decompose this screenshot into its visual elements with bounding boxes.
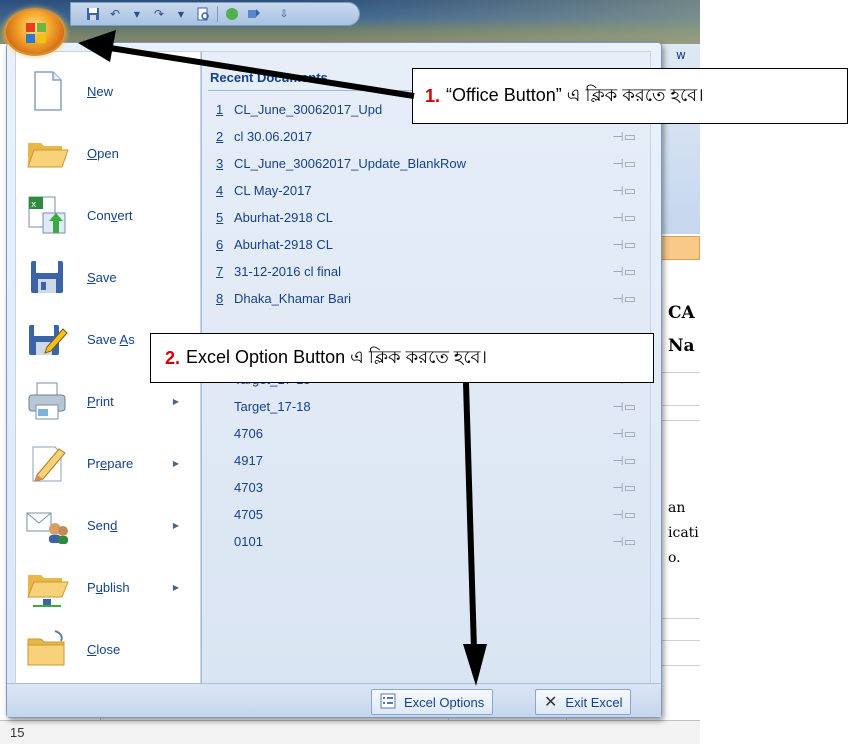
arrows-overlay bbox=[78, 30, 487, 686]
arrowhead bbox=[78, 30, 116, 62]
arrow-to-excel-options bbox=[463, 382, 477, 651]
arrowhead bbox=[463, 644, 487, 686]
arrow-to-office-button bbox=[109, 45, 415, 99]
